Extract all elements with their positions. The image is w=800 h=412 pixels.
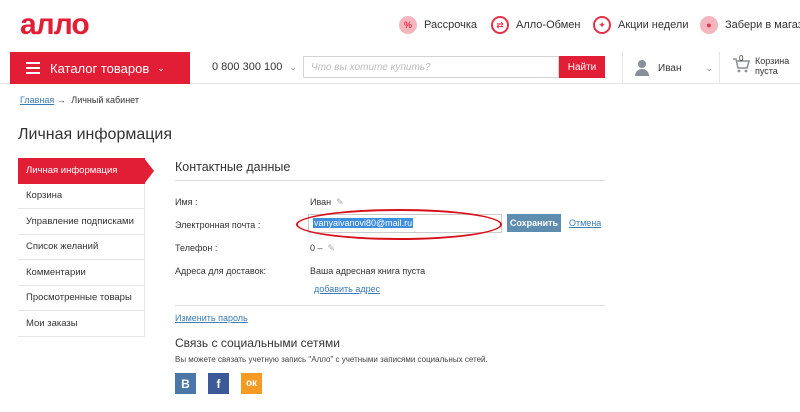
user-icon bbox=[635, 60, 649, 76]
phone-value: 0 – bbox=[310, 243, 323, 253]
page-title: Личная информация bbox=[18, 126, 173, 143]
change-password-link[interactable]: Изменить пароль bbox=[175, 313, 248, 323]
name-label: Имя : bbox=[175, 197, 198, 207]
promo-installment[interactable]: % Рассрочка bbox=[399, 16, 477, 34]
allo-logo[interactable]: алло bbox=[20, 12, 124, 38]
sidebar-item-personal-info[interactable]: Личная информация bbox=[18, 158, 154, 184]
search-button[interactable]: Найти bbox=[559, 56, 605, 78]
breadcrumb: Главная → Личный кабинет bbox=[20, 95, 139, 105]
sidebar-item-orders[interactable]: Мои заказы bbox=[18, 311, 145, 337]
cart-count: 0 bbox=[739, 54, 744, 63]
divider bbox=[175, 305, 605, 306]
phone-value-row: 0 – ✎ bbox=[310, 243, 335, 254]
promo-exchange[interactable]: ⇄ Алло-Обмен bbox=[491, 16, 580, 34]
sidebar-item-comments[interactable]: Комментарии bbox=[18, 260, 145, 286]
breadcrumb-home-link[interactable]: Главная bbox=[20, 95, 54, 105]
menu-icon bbox=[26, 59, 40, 77]
gift-icon: ✦ bbox=[593, 16, 611, 34]
promo-installment-label: Рассрочка bbox=[424, 19, 477, 31]
facebook-button[interactable]: f bbox=[208, 373, 229, 394]
social-description: Вы можете связать учетную запись "Алло" … bbox=[175, 355, 488, 364]
cart-empty-label: пуста bbox=[755, 66, 778, 76]
section-title-contacts: Контактные данные bbox=[175, 160, 605, 181]
save-button[interactable]: Сохранить bbox=[507, 214, 561, 232]
search-input[interactable] bbox=[303, 56, 559, 78]
chevron-down-icon: ⌄ bbox=[157, 62, 165, 73]
nav-bar: Каталог товаров ⌄ 0 800 300 100 ⌄ Найти … bbox=[0, 52, 800, 84]
address-label: Адреса для доставок: bbox=[175, 266, 267, 276]
logo-icon: алло bbox=[20, 12, 90, 38]
phone-label: Телефон : bbox=[175, 243, 218, 253]
odnoklassniki-button[interactable]: ок bbox=[241, 373, 262, 394]
cart-icon: 0 bbox=[732, 54, 750, 74]
svg-text:алло: алло bbox=[20, 12, 89, 38]
cancel-link[interactable]: Отмена bbox=[569, 218, 601, 228]
highlight-ellipse bbox=[296, 209, 502, 240]
chevron-down-icon: ⌄ bbox=[705, 62, 713, 73]
chevron-down-icon: ⌄ bbox=[289, 62, 297, 72]
percent-icon: % bbox=[399, 16, 417, 34]
account-sidebar: Личная информация Корзина Управление под… bbox=[18, 158, 154, 337]
cart-button[interactable]: 0 Корзина пуста bbox=[732, 54, 789, 76]
promo-deals[interactable]: ✦ Акции недели bbox=[593, 16, 688, 34]
user-name: Иван bbox=[658, 62, 682, 74]
phone-dropdown[interactable]: 0 800 300 100 ⌄ bbox=[212, 61, 297, 73]
promo-exchange-label: Алло-Обмен bbox=[516, 19, 581, 31]
cart-label: Корзина bbox=[755, 56, 790, 66]
add-address-link[interactable]: добавить адрес bbox=[314, 284, 380, 294]
promo-pickup-label: Забери в магазине bbox=[725, 19, 800, 31]
sidebar-item-wishlist[interactable]: Список желаний bbox=[18, 234, 145, 260]
contact-details-panel: Контактные данные Имя : Иван ✎ Электронна… bbox=[175, 160, 605, 394]
address-value: Ваша адресная книга пуста bbox=[310, 266, 426, 276]
name-value-row: Иван ✎ bbox=[310, 197, 344, 208]
location-pin-icon: ● bbox=[700, 16, 718, 34]
sidebar-item-cart[interactable]: Корзина bbox=[18, 183, 145, 209]
sidebar-item-subscriptions[interactable]: Управление подписками bbox=[18, 209, 145, 235]
name-value: Иван bbox=[310, 197, 332, 207]
social-section-title: Связь с социальными сетями bbox=[175, 336, 340, 350]
breadcrumb-arrow: → bbox=[56, 95, 66, 105]
breadcrumb-current: Личный кабинет bbox=[71, 95, 140, 105]
catalog-label: Каталог товаров bbox=[50, 60, 150, 76]
edit-pencil-icon[interactable]: ✎ bbox=[336, 197, 344, 207]
top-bar: алло % Рассрочка ⇄ Алло-Обмен ✦ Акции не… bbox=[0, 0, 800, 52]
user-menu[interactable]: Иван ⌄ bbox=[622, 52, 720, 84]
vk-button[interactable]: В bbox=[175, 373, 196, 394]
phone-number: 0 800 300 100 bbox=[212, 61, 283, 73]
promo-pickup[interactable]: ● Забери в магазине bbox=[700, 16, 800, 34]
promo-deals-label: Акции недели bbox=[618, 19, 689, 31]
catalog-button[interactable]: Каталог товаров ⌄ bbox=[10, 52, 190, 84]
edit-pencil-icon[interactable]: ✎ bbox=[328, 243, 336, 253]
email-label: Электронная почта : bbox=[175, 220, 261, 230]
exchange-icon: ⇄ bbox=[491, 16, 509, 34]
sidebar-item-viewed[interactable]: Просмотренные товары bbox=[18, 285, 145, 311]
cart-status: Корзина пуста bbox=[755, 56, 789, 76]
